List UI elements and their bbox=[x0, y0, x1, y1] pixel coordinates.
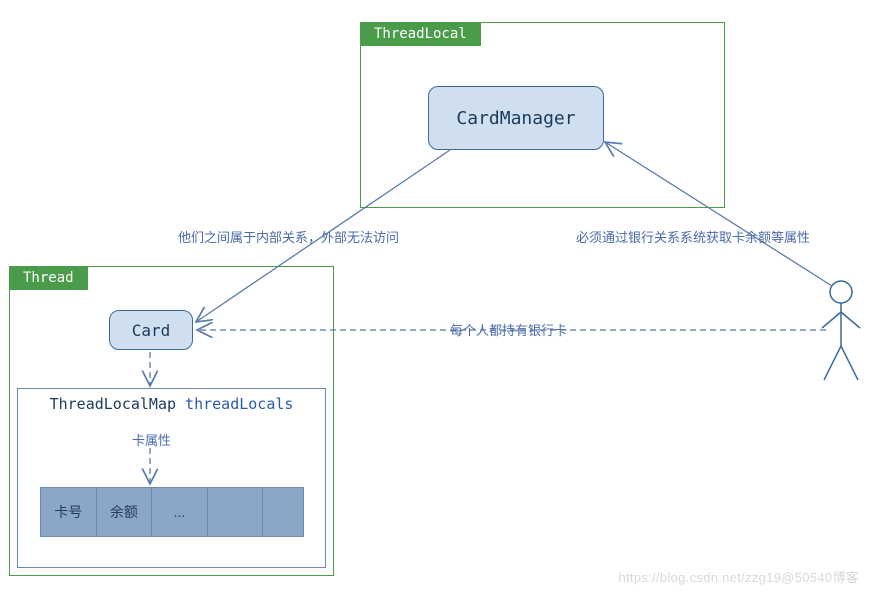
annotation-holds: 每个人都持有银行卡 bbox=[450, 320, 567, 339]
map-type: ThreadLocalMap bbox=[50, 395, 176, 413]
table-cell bbox=[208, 488, 264, 536]
annotation-bank: 必须通过银行关系系统获取卡余额等属性 bbox=[576, 227, 810, 246]
watermark: https://blog.csdn.net/zzg19@50540博客 bbox=[618, 567, 859, 586]
thread-title: Thread bbox=[9, 266, 88, 290]
actor-icon bbox=[822, 281, 860, 380]
table-cell: ... bbox=[152, 488, 208, 536]
threadlocalmap-title: ThreadLocalMap threadLocals bbox=[18, 389, 325, 419]
threadlocal-title: ThreadLocal bbox=[360, 22, 481, 46]
table-cell: 余额 bbox=[97, 488, 153, 536]
table-cell: 卡号 bbox=[41, 488, 97, 536]
annotation-attr: 卡属性 bbox=[132, 430, 171, 449]
cardmanager-label: CardManager bbox=[456, 108, 575, 129]
threadlocalmap-box: ThreadLocalMap threadLocals 卡号 余额 ... bbox=[17, 388, 326, 568]
table-cell bbox=[263, 488, 303, 536]
map-table: 卡号 余额 ... bbox=[40, 487, 304, 537]
cardmanager-class: CardManager bbox=[428, 86, 604, 150]
card-label: Card bbox=[132, 321, 171, 340]
card-class: Card bbox=[109, 310, 193, 350]
annotation-internal: 他们之间属于内部关系，外部无法访问 bbox=[178, 227, 399, 246]
map-name: threadLocals bbox=[185, 395, 293, 413]
